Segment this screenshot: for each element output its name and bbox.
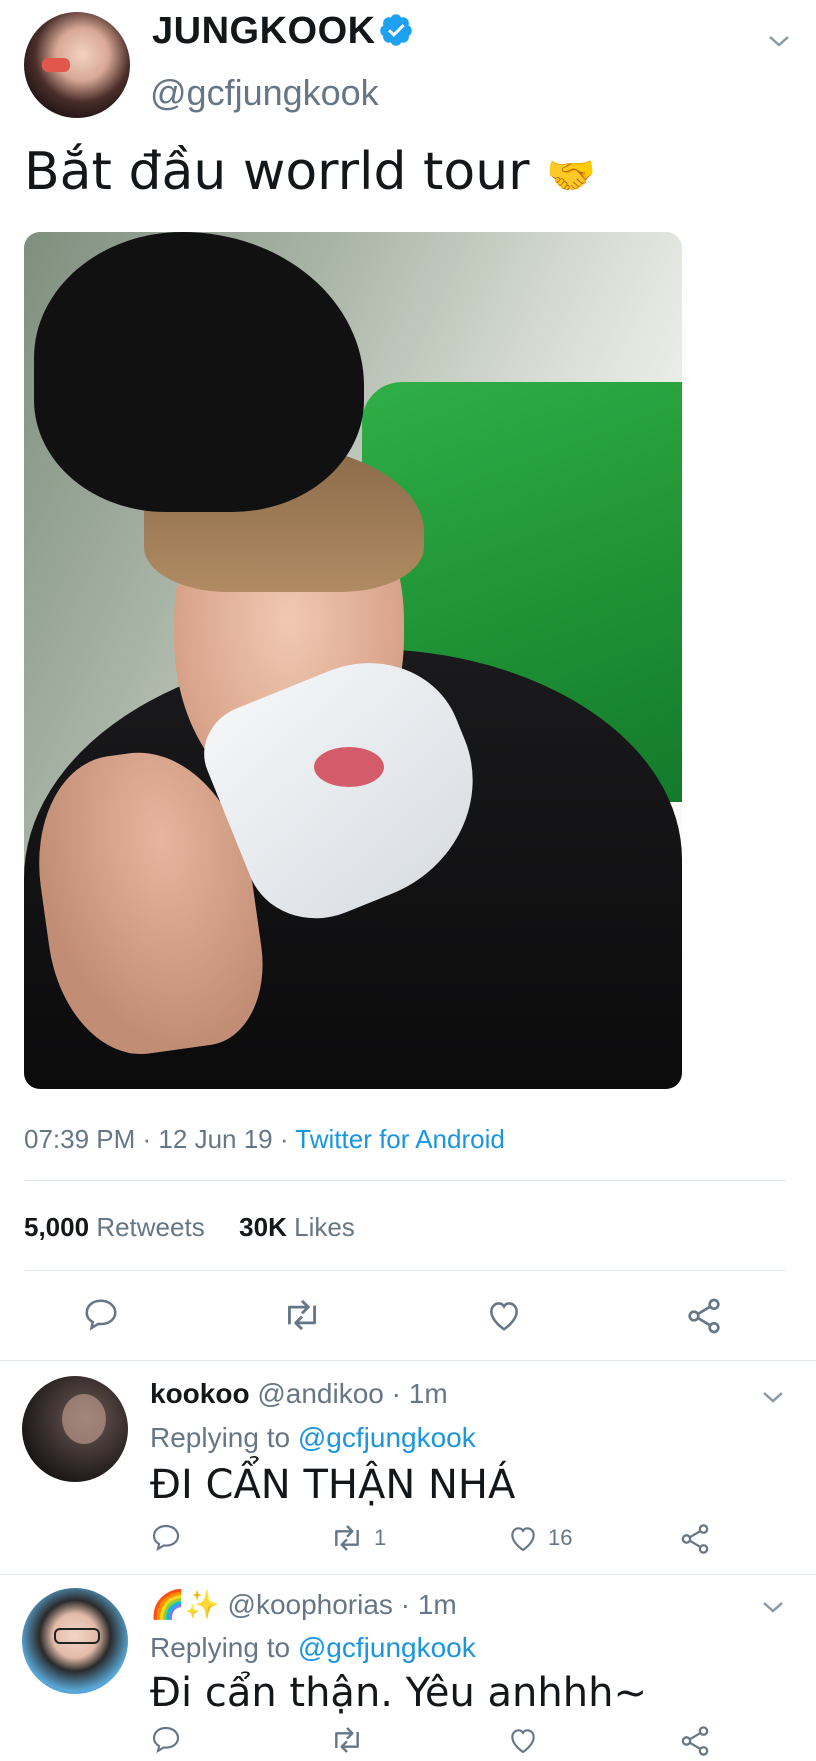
chevron-down-icon[interactable] <box>762 1600 784 1614</box>
author-avatar[interactable] <box>24 12 130 118</box>
retweet-icon[interactable] <box>328 1724 366 1756</box>
share-icon[interactable] <box>678 1522 712 1556</box>
author-name[interactable]: JUNGKOOK <box>152 10 376 53</box>
divider <box>24 1180 786 1181</box>
reply-header: 🌈✨ @koophorias · 1m <box>150 1588 457 1621</box>
chevron-down-icon[interactable] <box>762 1390 784 1404</box>
chevron-down-icon[interactable] <box>768 34 790 48</box>
heart-icon[interactable] <box>484 1296 524 1334</box>
author-handle[interactable]: @gcfjungkook <box>150 72 379 114</box>
replying-to-link[interactable]: @gcfjungkook <box>298 1632 476 1663</box>
heart-icon <box>506 1522 540 1554</box>
reply-handle[interactable]: @koophorias <box>228 1589 393 1620</box>
reply-tweet[interactable]: 🌈✨ @koophorias · 1m Replying to @gcfjung… <box>0 1574 816 1761</box>
reply-tweet[interactable]: kookoo @andikoo · 1m Replying to @gcfjun… <box>0 1360 816 1574</box>
reply-like-action[interactable]: 16 <box>506 1522 572 1554</box>
retweet-icon[interactable] <box>280 1296 324 1334</box>
retweets-stat[interactable]: 5,000 Retweets <box>24 1212 212 1242</box>
reply-time: 1m <box>408 1378 448 1409</box>
reply-icon[interactable] <box>150 1522 182 1554</box>
share-icon[interactable] <box>684 1296 724 1336</box>
reply-handle[interactable]: @andikoo <box>257 1378 384 1409</box>
verified-badge-icon <box>378 12 414 48</box>
tweet-date[interactable]: 12 Jun 19 <box>158 1124 272 1154</box>
reply-icon[interactable] <box>82 1296 120 1334</box>
share-icon[interactable] <box>678 1724 712 1758</box>
heart-icon[interactable] <box>506 1724 540 1756</box>
replying-to: Replying to @gcfjungkook <box>150 1422 476 1453</box>
reply-text: ĐI CẨN THẬN NHÁ <box>150 1462 516 1508</box>
likes-stat[interactable]: 30K Likes <box>239 1212 355 1242</box>
reply-time: 1m <box>417 1589 457 1620</box>
reply-icon[interactable] <box>150 1724 182 1756</box>
tweet-photo[interactable] <box>24 232 682 1089</box>
reply-name-emoji[interactable]: 🌈✨ <box>150 1588 220 1621</box>
reply-header: kookoo @andikoo · 1m <box>150 1378 448 1409</box>
reply-name[interactable]: kookoo <box>150 1378 250 1409</box>
tweet-meta: 07:39 PM · 12 Jun 19 · Twitter for Andro… <box>24 1124 505 1154</box>
tweet-source-link[interactable]: Twitter for Android <box>295 1124 505 1154</box>
divider <box>24 1270 786 1271</box>
tweet-time: 07:39 PM <box>24 1124 136 1154</box>
reply-text: Đi cẩn thận. Yêu anhhh~ <box>150 1670 647 1716</box>
tweet-stats: 5,000 Retweets 30K Likes <box>24 1212 355 1243</box>
reply-avatar[interactable] <box>22 1376 128 1482</box>
tweet-text: Bắt đầu worrld tour 🤝 <box>24 142 596 202</box>
retweet-count: 1 <box>374 1525 387 1550</box>
handshake-emoji: 🤝 <box>546 153 596 199</box>
reply-retweet-action[interactable]: 1 <box>328 1522 386 1554</box>
retweet-icon <box>328 1522 366 1554</box>
like-count: 16 <box>548 1525 573 1550</box>
reply-avatar[interactable] <box>22 1588 128 1694</box>
replying-to-link[interactable]: @gcfjungkook <box>298 1422 476 1453</box>
replying-to: Replying to @gcfjungkook <box>150 1632 476 1663</box>
